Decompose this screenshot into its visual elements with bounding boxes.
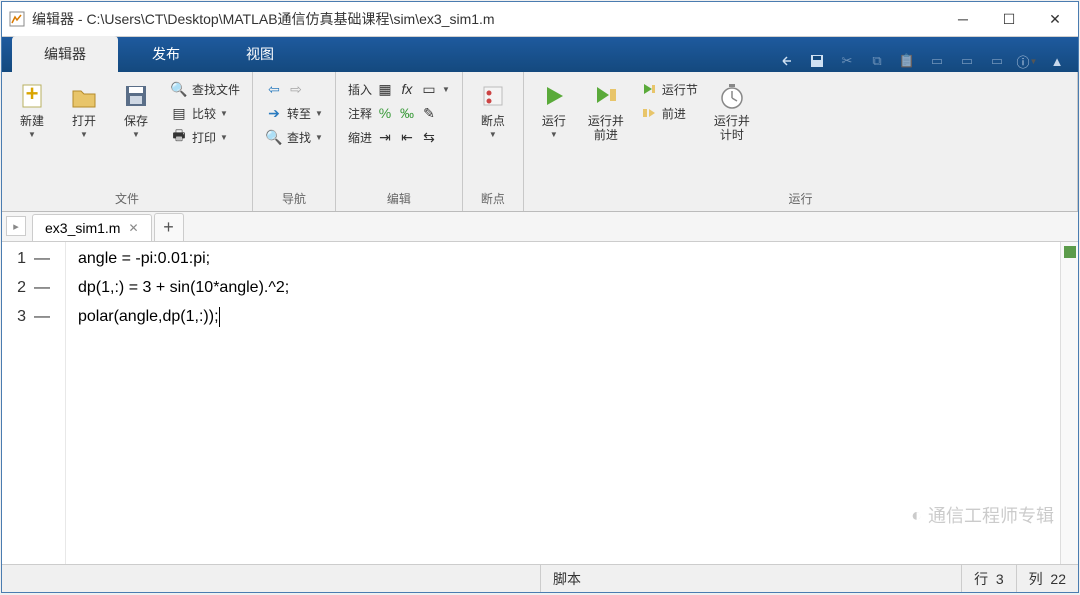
message-bar (1060, 242, 1078, 564)
cut-icon[interactable]: ✂ (836, 50, 858, 72)
run-advance-button[interactable]: 运行并 前进 (582, 76, 630, 146)
status-col: 列 22 (1016, 565, 1078, 592)
undo-icon[interactable] (776, 50, 798, 72)
qat-icon-3[interactable]: ▭ (986, 50, 1008, 72)
app-icon (8, 10, 26, 28)
new-button[interactable]: + 新建▼ (8, 76, 56, 143)
tab-editor[interactable]: 编辑器 (12, 36, 118, 72)
code-line: angle = -pi:0.01:pi; (78, 244, 1060, 273)
sidebar-toggle-icon[interactable]: ▸ (6, 216, 26, 236)
tab-view[interactable]: 视图 (214, 36, 306, 72)
ribbon-group-breakpoints: 断点▼ 断点 (463, 72, 524, 211)
open-button[interactable]: 打开▼ (60, 76, 108, 143)
code-line: dp(1,:) = 3 + sin(10*angle).^2; (78, 273, 1060, 302)
qat-icon-2[interactable]: ▭ (956, 50, 978, 72)
file-tab[interactable]: ex3_sim1.m ✕ (32, 214, 152, 241)
save-button[interactable]: 保存▼ (112, 76, 160, 143)
status-line: 行 3 (961, 565, 1016, 592)
svg-text:+: + (26, 81, 39, 106)
minimize-ribbon-icon[interactable]: ▲ (1046, 50, 1068, 72)
save-qat-icon[interactable] (806, 50, 828, 72)
text-cursor (219, 307, 220, 327)
ribbon-group-file: + 新建▼ 打开▼ 保存▼ 🔍查找文件 ▤比较 ▼ 🖶打印 ▼ 文件 (2, 72, 253, 211)
tab-publish[interactable]: 发布 (120, 36, 212, 72)
status-ok-icon (1064, 246, 1076, 258)
new-tab-button[interactable]: + (154, 213, 184, 241)
ribbon-group-nav: ⇦⇨ ➔转至 ▼ 🔍查找 ▼ 导航 (253, 72, 336, 211)
run-button[interactable]: 运行▼ (530, 76, 578, 143)
statusbar: 脚本 行 3 列 22 (2, 564, 1078, 592)
compare-button[interactable]: ▤比较 ▼ (166, 102, 244, 124)
run-section-button[interactable]: 运行节 (636, 78, 702, 100)
close-tab-icon[interactable]: ✕ (128, 221, 138, 235)
paste-icon[interactable]: 📋 (896, 50, 918, 72)
help-icon[interactable]: ⓘ ▼ (1016, 50, 1038, 72)
run-time-button[interactable]: 运行并 计时 (708, 76, 756, 146)
ribbon-group-run: 运行▼ 运行并 前进 运行节 前进 运行并 计时 运行 (524, 72, 1078, 211)
findfiles-button[interactable]: 🔍查找文件 (166, 78, 244, 100)
print-button[interactable]: 🖶打印 ▼ (166, 126, 244, 148)
insert-row[interactable]: 插入 ▦ fx ▭ ▼ (344, 78, 454, 100)
qat-icon-1[interactable]: ▭ (926, 50, 948, 72)
status-filetype: 脚本 (540, 565, 961, 592)
editor[interactable]: 1— 2— 3— angle = -pi:0.01:pi; dp(1,:) = … (2, 242, 1078, 564)
window-title: 编辑器 - C:\Users\CT\Desktop\MATLAB通信仿真基础课程… (32, 9, 940, 29)
find-button[interactable]: 🔍查找 ▼ (261, 126, 327, 148)
maximize-button[interactable]: ☐ (986, 3, 1032, 35)
file-tab-label: ex3_sim1.m (45, 220, 120, 236)
titlebar: 编辑器 - C:\Users\CT\Desktop\MATLAB通信仿真基础课程… (2, 2, 1078, 37)
goto-button[interactable]: ➔转至 ▼ (261, 102, 327, 124)
close-button[interactable]: ✕ (1032, 3, 1078, 35)
code-line: polar(angle,dp(1,:)); (78, 302, 1060, 331)
nav-back-forward[interactable]: ⇦⇨ (261, 78, 327, 100)
gutter: 1— 2— 3— (2, 242, 66, 564)
copy-icon[interactable]: ⧉ (866, 50, 888, 72)
ribbon-tabstrip: 编辑器 发布 视图 ✂ ⧉ 📋 ▭ ▭ ▭ ⓘ ▼ ▲ (2, 37, 1078, 72)
breakpoint-button[interactable]: 断点▼ (469, 76, 517, 143)
advance-button[interactable]: 前进 (636, 102, 702, 124)
ribbon: + 新建▼ 打开▼ 保存▼ 🔍查找文件 ▤比较 ▼ 🖶打印 ▼ 文件 (2, 72, 1078, 212)
comment-row[interactable]: 注释 % ‰ ✎ (344, 102, 454, 124)
ribbon-group-edit: 插入 ▦ fx ▭ ▼ 注释 % ‰ ✎ 缩进 ⇥ ⇤ ⇆ 编辑 (336, 72, 463, 211)
indent-row[interactable]: 缩进 ⇥ ⇤ ⇆ (344, 126, 454, 148)
code-area[interactable]: angle = -pi:0.01:pi; dp(1,:) = 3 + sin(1… (66, 242, 1060, 564)
minimize-button[interactable]: ─ (940, 3, 986, 35)
file-tabstrip: ▸ ex3_sim1.m ✕ + (2, 212, 1078, 242)
